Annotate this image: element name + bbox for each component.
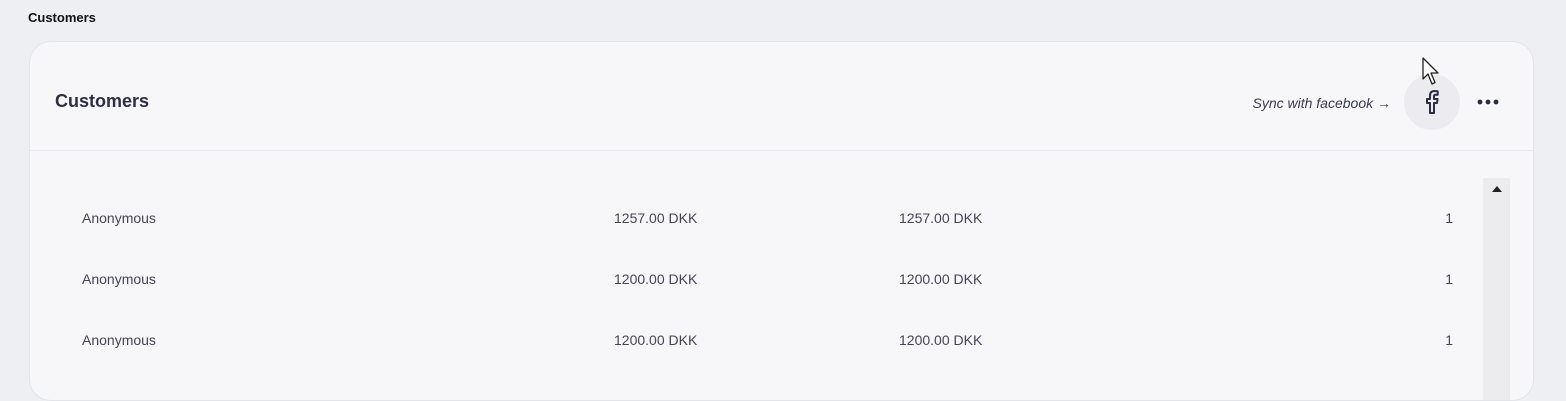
customer-amount-b: 1200.00 DKK [899,332,983,348]
customer-count: 1 [1445,332,1453,348]
customer-amount-a: 1257.00 DKK [614,210,698,226]
customers-card: Customers Sync with facebook → Anonymous… [29,41,1534,401]
customer-amount-a: 1200.00 DKK [614,332,698,348]
customer-amount-a: 1200.00 DKK [614,271,698,287]
more-dots-icon [1477,99,1499,105]
page-title: Customers [28,10,96,25]
table-row[interactable]: Anonymous 1200.00 DKK 1200.00 DKK 1 [30,253,1533,314]
arrow-up-icon [1491,186,1502,192]
facebook-button[interactable] [1404,74,1460,130]
customer-name: Anonymous [82,210,156,226]
table-row[interactable]: Anonymous 1257.00 DKK 1257.00 DKK 1 [30,192,1533,253]
customer-name: Anonymous [82,271,156,287]
card-header: Customers Sync with facebook → [30,42,1533,151]
customer-count: 1 [1445,271,1453,287]
customer-count: 1 [1445,210,1453,226]
scroll-up-button[interactable] [1483,178,1510,200]
more-options-button[interactable] [1476,90,1500,114]
sync-facebook-link[interactable]: Sync with facebook → [1252,95,1391,111]
facebook-icon [1426,90,1439,114]
table-row[interactable]: Anonymous 1200.00 DKK 1200.00 DKK 1 [30,314,1533,375]
card-title: Customers [55,91,150,111]
customer-amount-b: 1200.00 DKK [899,271,983,287]
customer-amount-b: 1257.00 DKK [899,210,983,226]
customer-name: Anonymous [82,332,156,348]
vertical-scrollbar[interactable] [1483,178,1510,400]
